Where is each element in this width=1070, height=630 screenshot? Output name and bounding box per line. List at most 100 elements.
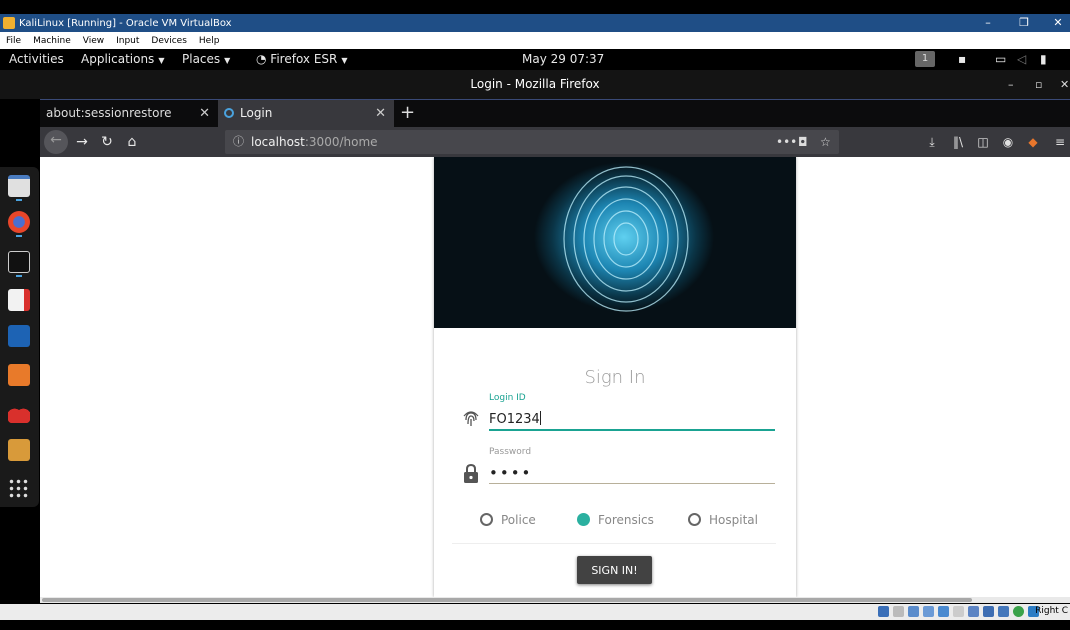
lock-icon (464, 463, 478, 483)
show-apps-icon[interactable] (8, 478, 30, 500)
host-key-label: Right C (1035, 606, 1068, 616)
pocket-icon[interactable]: ◘ (798, 130, 808, 154)
menu-input[interactable]: Input (116, 36, 139, 46)
burpsuite-icon[interactable] (8, 364, 30, 386)
usb-icon[interactable] (938, 606, 949, 617)
firefox-app-menu[interactable]: ◔ Firefox ESR ▼ (256, 52, 348, 66)
shared-folders-icon[interactable] (953, 606, 964, 617)
menu-devices[interactable]: Devices (151, 36, 186, 46)
page-actions-icon[interactable]: ••• (776, 130, 797, 154)
tab-label: about:sessionrestore (46, 106, 172, 120)
cpu-icon[interactable] (998, 606, 1009, 617)
tab-label: Login (240, 106, 273, 120)
login-id-label: Login ID (489, 393, 526, 403)
applications-menu[interactable]: Applications ▼ (81, 52, 164, 66)
new-tab-icon[interactable]: + (400, 100, 415, 127)
role-forensics-radio[interactable]: Forensics (577, 513, 654, 527)
hard-disk-icon[interactable] (878, 606, 889, 617)
menu-file[interactable]: File (6, 36, 21, 46)
bookmark-star-icon[interactable]: ☆ (820, 130, 831, 154)
url-text: localhost:3000/home (251, 130, 378, 154)
cherrytree-icon[interactable] (8, 401, 30, 423)
virtualbox-window-title: KaliLinux [Running] - Oracle VM VirtualB… (19, 17, 232, 29)
info-icon[interactable]: ⓘ (233, 130, 244, 154)
home-icon[interactable]: ⌂ (121, 132, 143, 152)
radio-circle-icon (480, 513, 493, 526)
metasploit-icon[interactable] (8, 325, 30, 347)
terminal-icon[interactable] (8, 251, 30, 273)
display-icon[interactable]: ▭ (995, 52, 1006, 66)
minimize-icon[interactable]: – (1008, 70, 1014, 99)
menu-help[interactable]: Help (199, 36, 220, 46)
url-bar[interactable]: ⓘ localhost:3000/home ••• ◘ ☆ (225, 130, 839, 154)
minimize-icon[interactable]: – (970, 14, 1006, 32)
metamask-icon[interactable]: ◆ (1025, 133, 1041, 151)
package-icon[interactable] (8, 439, 30, 461)
text-editor-icon[interactable] (8, 289, 30, 311)
optical-drive-icon[interactable] (893, 606, 904, 617)
close-icon[interactable]: ✕ (375, 100, 386, 127)
video-capture-icon[interactable] (983, 606, 994, 617)
firefox-window-title: Login - Mozilla Firefox (470, 77, 600, 91)
dock (0, 167, 39, 507)
tab-sessionrestore[interactable]: about:sessionrestore ✕ (40, 100, 218, 127)
restore-icon[interactable]: ❐ (1006, 14, 1042, 32)
network-icon[interactable] (923, 606, 934, 617)
role-police-radio[interactable]: Police (480, 513, 536, 527)
reload-icon[interactable]: ↻ (96, 132, 118, 152)
files-icon[interactable] (8, 175, 30, 197)
sign-in-title: Sign In (584, 367, 646, 388)
login-id-input[interactable]: FO1234 (489, 411, 775, 431)
password-input[interactable]: •••• (489, 464, 775, 484)
activities-button[interactable]: Activities (9, 52, 64, 66)
virtualbox-icon (3, 17, 15, 29)
horizontal-scrollbar[interactable] (40, 597, 1070, 603)
divider (452, 543, 776, 544)
text-caret (539, 411, 541, 425)
url-path: :3000/home (304, 135, 378, 149)
close-icon[interactable]: ✕ (1060, 70, 1069, 99)
close-icon[interactable]: ✕ (1040, 14, 1070, 32)
running-indicator (16, 235, 22, 237)
password-label: Password (489, 447, 532, 457)
running-indicator (16, 275, 22, 277)
video-icon[interactable]: ▪ (958, 52, 966, 66)
menu-machine[interactable]: Machine (33, 36, 71, 46)
menu-view[interactable]: View (83, 36, 104, 46)
tab-login[interactable]: Login ✕ (218, 100, 394, 127)
maximize-icon[interactable]: ▫ (1035, 70, 1042, 99)
lock-icon[interactable]: ▮ (1040, 52, 1047, 66)
audio-icon[interactable] (908, 606, 919, 617)
volume-icon[interactable]: ◁ (1017, 52, 1026, 66)
login-id-value: FO1234 (489, 412, 540, 427)
navigation-toolbar: ← → ↻ ⌂ ⓘ localhost:3000/home ••• ◘ ☆ ⤓ … (40, 127, 1070, 157)
applications-label: Applications (81, 52, 155, 66)
account-icon[interactable]: ◉ (1000, 133, 1016, 151)
clock[interactable]: May 29 07:37 (522, 52, 604, 66)
close-icon[interactable]: ✕ (199, 100, 210, 127)
places-menu[interactable]: Places ▼ (182, 52, 230, 66)
forward-icon[interactable]: → (71, 132, 93, 152)
sidebar-icon[interactable]: ◫ (975, 133, 991, 151)
radio-checked-icon (577, 513, 590, 526)
back-icon[interactable]: ← (44, 130, 68, 154)
scrollbar-thumb[interactable] (42, 598, 972, 602)
virtualbox-title-bar: KaliLinux [Running] - Oracle VM VirtualB… (0, 14, 1070, 32)
virtualbox-status-bar: Right C (0, 604, 1070, 620)
workspace-indicator[interactable]: 1 (915, 51, 935, 67)
vt-status-icon[interactable] (1013, 606, 1024, 617)
role-label: Police (501, 513, 536, 527)
role-label: Forensics (598, 513, 654, 527)
places-label: Places (182, 52, 221, 66)
gnome-top-bar: Activities Applications ▼ Places ▼ ◔ Firef… (0, 49, 1070, 70)
role-hospital-radio[interactable]: Hospital (688, 513, 758, 527)
screen: KaliLinux [Running] - Oracle VM VirtualB… (0, 0, 1070, 630)
sign-in-button[interactable]: SIGN IN! (577, 556, 652, 584)
firefox-icon[interactable] (8, 211, 30, 233)
virtualbox-menu-bar: File Machine View Input Devices Help (0, 32, 1070, 49)
menu-icon[interactable]: ≡ (1052, 133, 1068, 151)
library-icon[interactable]: ‖\ (950, 133, 966, 151)
display-status-icon[interactable] (968, 606, 979, 617)
downloads-icon[interactable]: ⤓ (924, 133, 940, 151)
firefox-app-label: Firefox ESR (270, 52, 338, 66)
